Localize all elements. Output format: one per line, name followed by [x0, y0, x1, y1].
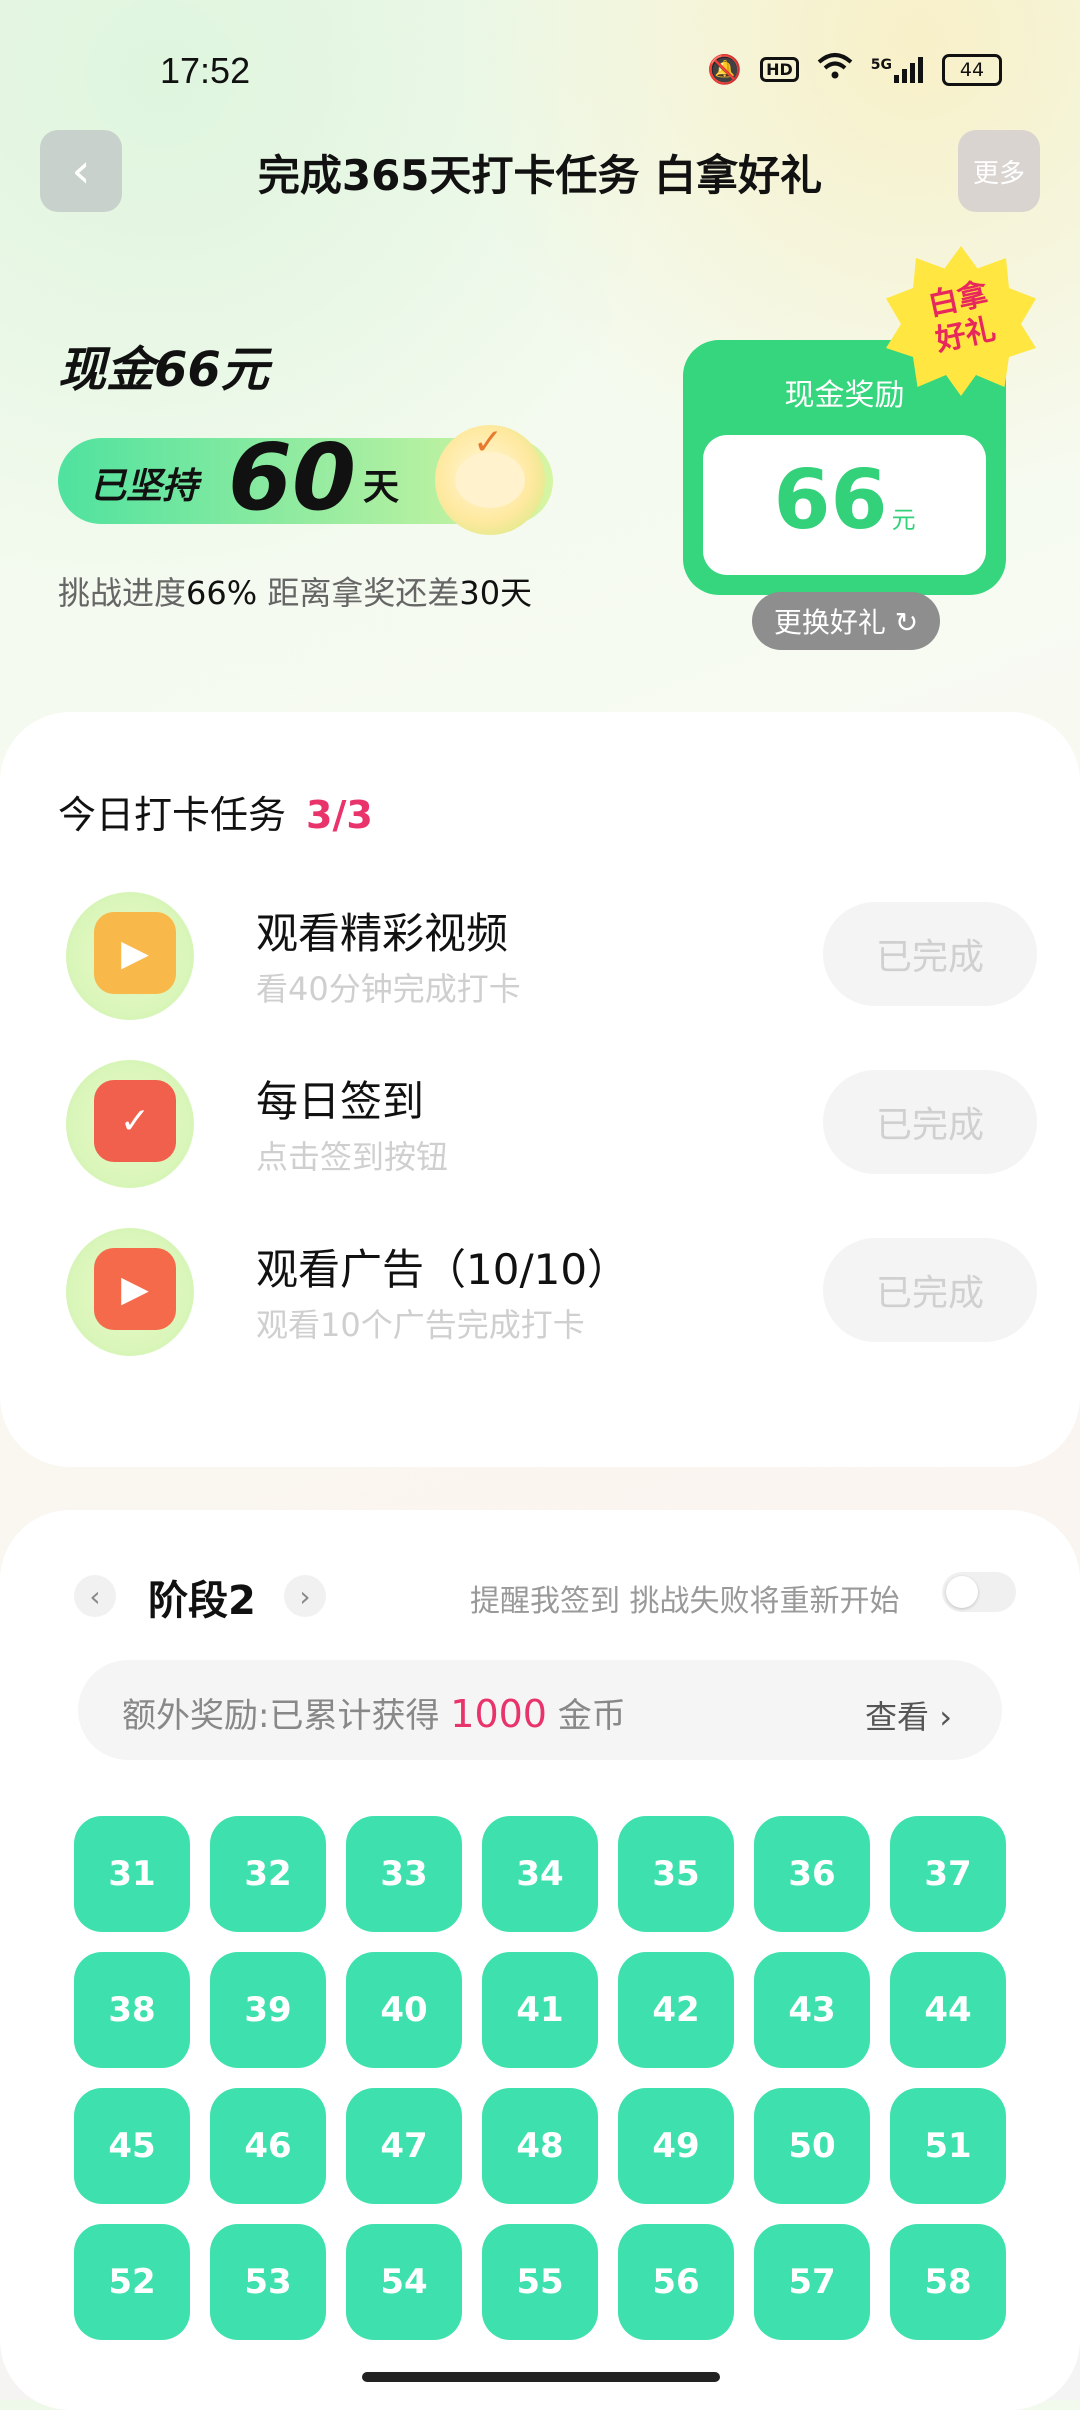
day-cell[interactable]: 50 [754, 2088, 870, 2204]
day-cell[interactable]: 48 [482, 2088, 598, 2204]
day-cell[interactable]: 45 [74, 2088, 190, 2204]
home-indicator[interactable] [362, 2372, 720, 2382]
day-cell[interactable]: 36 [754, 1816, 870, 1932]
day-cell[interactable]: 55 [482, 2224, 598, 2340]
task-name: 观看精彩视频 [256, 909, 509, 958]
video-icon: ▶ [66, 892, 194, 1020]
status-icons: 🔕 HD 5G 44 [707, 52, 1002, 87]
calendar-check-icon: ✓ [66, 1060, 194, 1188]
extra-reward-bar: 额外奖励:已累计获得 1000 金币 查看 › [78, 1660, 1002, 1760]
day-cell[interactable]: 32 [210, 1816, 326, 1932]
remaining-days: 30天 [459, 574, 533, 612]
video-glyph: ▶ [94, 912, 176, 994]
wifi-icon [817, 52, 853, 87]
remind-toggle[interactable] [942, 1572, 1016, 1612]
persist-days: 60 [228, 424, 357, 531]
ad-glyph: ▶ [94, 1248, 176, 1330]
task-desc: 点击签到按钮 [256, 1138, 449, 1176]
extra-prefix: 额外奖励:已累计获得 [122, 1696, 451, 1736]
more-button[interactable]: 更多 [958, 130, 1040, 212]
extra-suffix: 金币 [546, 1696, 626, 1736]
calendar-glyph: ✓ [94, 1080, 176, 1162]
day-cell[interactable]: 41 [482, 1952, 598, 2068]
persist-label: 已坚持 [90, 466, 199, 507]
progress-prefix: 挑战进度 [58, 574, 187, 612]
page-title: 完成365天打卡任务 白拿好礼 [257, 151, 823, 200]
task-item-checkin: ✓ 每日签到 点击签到按钮 已完成 [0, 1050, 1080, 1200]
task-name: 观看广告（10/10） [256, 1245, 630, 1294]
day-cell[interactable]: 53 [210, 2224, 326, 2340]
task-done-button[interactable]: 已完成 [823, 1070, 1037, 1174]
tasks-title: 今日打卡任务 [58, 793, 287, 837]
stage-prev-button[interactable]: ‹ [74, 1575, 116, 1617]
progress-mid: 距离拿奖还差 [257, 574, 460, 612]
view-button[interactable]: 查看 › [865, 1692, 952, 1738]
day-cell[interactable]: 47 [346, 2088, 462, 2204]
mute-bell-icon: 🔕 [707, 53, 743, 86]
day-cell[interactable]: 35 [618, 1816, 734, 1932]
task-desc: 看40分钟完成打卡 [256, 970, 521, 1008]
day-cell[interactable]: 58 [890, 2224, 1006, 2340]
task-done-button[interactable]: 已完成 [823, 902, 1037, 1006]
day-cell[interactable]: 52 [74, 2224, 190, 2340]
day-cell[interactable]: 31 [74, 1816, 190, 1932]
reward-unit: 元 [891, 506, 916, 534]
day-cell[interactable]: 42 [618, 1952, 734, 2068]
day-cell[interactable]: 43 [754, 1952, 870, 2068]
day-cell[interactable]: 49 [618, 2088, 734, 2204]
task-name: 每日签到 [256, 1077, 425, 1126]
day-cell[interactable]: 39 [210, 1952, 326, 2068]
cash-title: 现金66元 [58, 342, 269, 398]
day-cell[interactable]: 33 [346, 1816, 462, 1932]
progress-text: 挑战进度66% 距离拿奖还差30天 [58, 568, 532, 614]
extra-coins: 1000 [450, 1692, 547, 1736]
day-cell[interactable]: 40 [346, 1952, 462, 2068]
status-bar: 17:52 🔕 HD 5G 44 [0, 48, 1080, 98]
mascot-face [455, 422, 525, 508]
day-cell[interactable]: 51 [890, 2088, 1006, 2204]
task-item-ads: ▶ 观看广告（10/10） 观看10个广告完成打卡 已完成 [0, 1218, 1080, 1368]
day-cell[interactable]: 56 [618, 2224, 734, 2340]
day-cell[interactable]: 46 [210, 2088, 326, 2204]
toggle-knob [946, 1576, 978, 1608]
battery-icon: 44 [942, 53, 1002, 86]
day-grid: 31 32 33 34 35 36 37 38 39 40 41 42 43 44 45 46 47 48 49 50… [74, 1816, 1006, 2340]
day-cell[interactable]: 38 [74, 1952, 190, 2068]
day-cell[interactable]: 54 [346, 2224, 462, 2340]
day-cell[interactable]: 34 [482, 1816, 598, 1932]
reward-amount: 66 [773, 453, 888, 548]
stage-next-button[interactable]: › [284, 1575, 326, 1617]
signal-icon: 5G [870, 56, 924, 83]
progress-percent: 66% [186, 574, 258, 612]
tasks-header: 今日打卡任务 3/3 [58, 784, 373, 839]
persist-unit: 天 [363, 467, 400, 508]
network-type: 5G [870, 56, 892, 73]
remind-text: 提醒我签到 挑战失败将重新开始 [470, 1584, 900, 1619]
stage-card: ‹ 阶段2 › 提醒我签到 挑战失败将重新开始 额外奖励:已累计获得 1000 … [0, 1510, 1080, 2410]
nav-bar: ‹ 完成365天打卡任务 白拿好礼 更多 [0, 128, 1080, 218]
stage-label: 阶段2 [148, 1578, 256, 1624]
ad-play-icon: ▶ [66, 1228, 194, 1356]
task-item-video: ▶ 观看精彩视频 看40分钟完成打卡 已完成 [0, 882, 1080, 1032]
swap-gift-button[interactable]: 更换好礼 ↻ [752, 592, 940, 650]
day-cell[interactable]: 44 [890, 1952, 1006, 2068]
tasks-count: 3/3 [306, 793, 373, 837]
task-done-button[interactable]: 已完成 [823, 1238, 1037, 1342]
extra-reward-text: 额外奖励:已累计获得 1000 金币 [122, 1688, 626, 1737]
day-cell[interactable]: 57 [754, 2224, 870, 2340]
hd-icon: HD [760, 57, 799, 82]
task-desc: 观看10个广告完成打卡 [256, 1306, 585, 1344]
mascot-icon [435, 422, 545, 535]
reward-amount-box: 66 元 [703, 435, 986, 575]
free-gift-badge: 白拿 好礼 [886, 246, 1036, 396]
status-time: 17:52 [160, 50, 251, 91]
today-tasks-card: 今日打卡任务 3/3 ▶ 观看精彩视频 看40分钟完成打卡 已完成 ✓ 每日签到 … [0, 712, 1080, 1467]
day-cell[interactable]: 37 [890, 1816, 1006, 1932]
